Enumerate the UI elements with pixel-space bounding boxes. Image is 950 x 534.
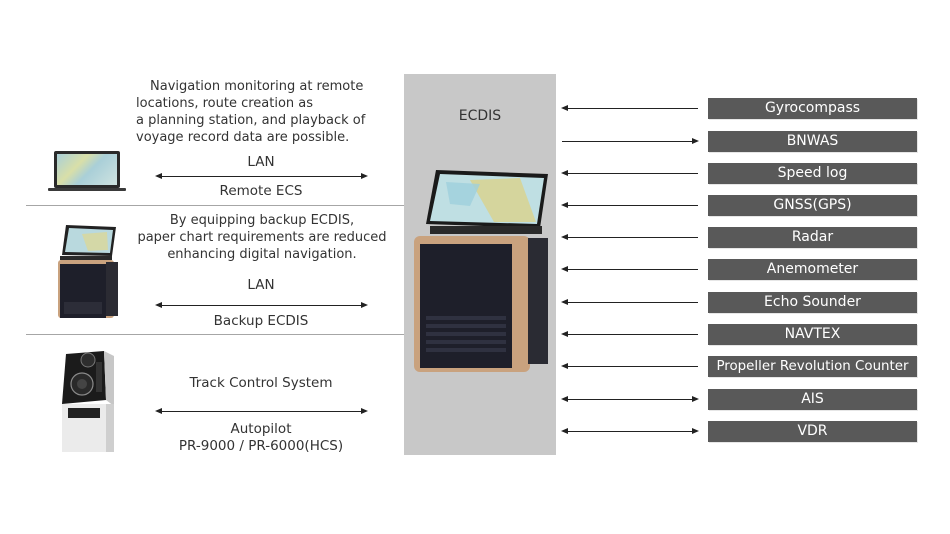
- description-line: locations, route creation as: [136, 96, 314, 111]
- description-line: By equipping backup ECDIS,: [169, 213, 355, 228]
- sensor-box: Gyrocompass: [708, 98, 917, 119]
- arrow-right-icon: [692, 396, 699, 402]
- backup-ecdis-link-label: LAN: [247, 277, 275, 293]
- backup-ecdis-console-icon: [58, 225, 118, 318]
- section-divider: [26, 334, 406, 335]
- arrow-left-icon: [561, 202, 568, 208]
- arrow-right-icon: [692, 138, 699, 144]
- autopilot-label: Autopilot PR-9000 / PR-6000(HCS): [146, 421, 376, 455]
- arrow-left-icon: [561, 105, 568, 111]
- sensor-box: Radar: [708, 227, 917, 248]
- arrow-left-icon: [561, 396, 568, 402]
- description-line: Navigation monitoring at remote: [150, 79, 364, 94]
- track-control-system-label: Track Control System: [189, 375, 333, 391]
- description-line: paper chart requirements are reduced: [137, 230, 387, 245]
- remote-ecs-description: Navigation monitoring at remote location…: [136, 78, 406, 146]
- arrow-left-icon: [561, 331, 568, 337]
- ecdis-panel: ECDIS: [404, 74, 556, 455]
- arrow-left-icon: [561, 428, 568, 434]
- description-line: a planning station, and playback of: [136, 113, 366, 128]
- arrow-left-icon: [561, 234, 568, 240]
- autopilot-model: PR-9000 / PR-6000(HCS): [178, 438, 344, 454]
- backup-ecdis-label: Backup ECDIS: [213, 313, 309, 329]
- sensor-box: Speed log: [708, 163, 917, 184]
- arrow-right-icon: [692, 428, 699, 434]
- arrow-left-icon: [561, 170, 568, 176]
- sensor-box: Echo Sounder: [708, 292, 917, 313]
- arrow-left-icon: [561, 363, 568, 369]
- section-divider: [26, 205, 406, 206]
- sensor-box: GNSS(GPS): [708, 195, 917, 216]
- sensor-box: Propeller Revolution Counter: [708, 356, 917, 377]
- ecdis-title: ECDIS: [458, 108, 502, 124]
- sensor-box: NAVTEX: [708, 324, 917, 345]
- sensor-box: VDR: [708, 421, 917, 442]
- remote-ecs-link-label: LAN: [247, 154, 275, 170]
- autopilot-name: Autopilot: [230, 421, 292, 437]
- arrow-left-icon: [561, 266, 568, 272]
- ecdis-console-icon: [414, 170, 548, 372]
- sensor-box: AIS: [708, 389, 917, 410]
- arrow-left-icon: [561, 299, 568, 305]
- remote-ecs-label: Remote ECS: [219, 183, 303, 199]
- sensor-box: Anemometer: [708, 259, 917, 280]
- autopilot-console-icon: [62, 351, 114, 452]
- description-line: enhancing digital navigation.: [167, 247, 357, 262]
- backup-ecdis-description: By equipping backup ECDIS, paper chart r…: [126, 212, 398, 263]
- sensor-box: BNWAS: [708, 131, 917, 152]
- description-line: voyage record data are possible.: [136, 130, 350, 145]
